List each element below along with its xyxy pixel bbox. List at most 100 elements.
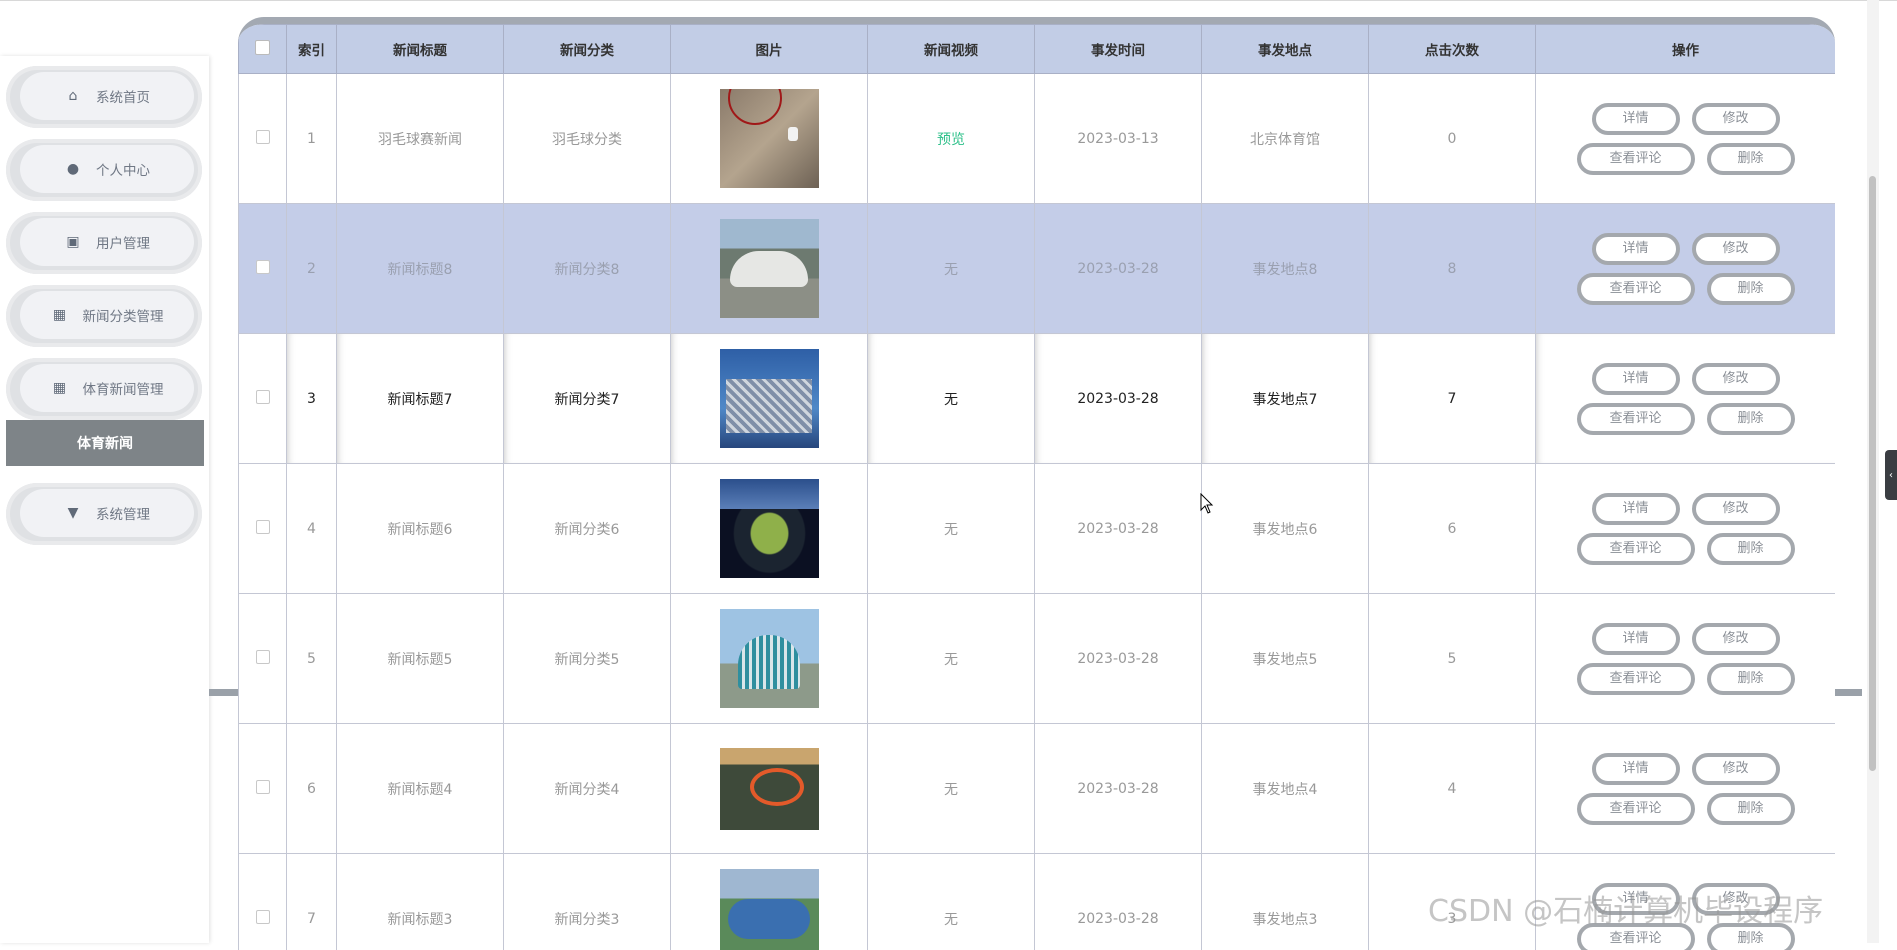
detail-button[interactable]: 详情 xyxy=(1592,363,1680,395)
cell-video: 无 xyxy=(868,724,1035,854)
news-thumbnail[interactable] xyxy=(720,748,819,830)
edit-button[interactable]: 修改 xyxy=(1692,493,1780,525)
chevron-left-icon: ‹ xyxy=(1889,470,1893,481)
cell-index: 6 xyxy=(287,724,337,854)
edit-button[interactable]: 修改 xyxy=(1692,753,1780,785)
cell-clicks: 8 xyxy=(1369,204,1536,334)
edit-button[interactable]: 修改 xyxy=(1692,623,1780,655)
cell-title: 新闻标题8 xyxy=(337,204,504,334)
table-row[interactable]: 3 新闻标题7 新闻分类7 无 2023-03-28 事发地点7 7 详情 修改… xyxy=(239,334,1836,464)
row-checkbox[interactable] xyxy=(256,780,270,794)
watermark: CSDN @石楠计算机毕设程序 xyxy=(1428,886,1823,930)
col-header-clicks: 点击次数 xyxy=(1369,25,1536,74)
delete-button[interactable]: 删除 xyxy=(1707,533,1795,565)
cell-category: 新闻分类8 xyxy=(504,204,671,334)
scrollbar-thumb[interactable] xyxy=(1869,176,1876,771)
select-all-cell[interactable] xyxy=(239,25,287,74)
detail-button[interactable]: 详情 xyxy=(1592,493,1680,525)
cell-video: 无 xyxy=(868,464,1035,594)
sidebar-item-users[interactable]: ▣ 用户管理 xyxy=(6,212,202,274)
view-comments-button[interactable]: 查看评论 xyxy=(1577,143,1695,175)
cell-clicks: 4 xyxy=(1369,724,1536,854)
detail-button[interactable]: 详情 xyxy=(1592,103,1680,135)
delete-button[interactable]: 删除 xyxy=(1707,663,1795,695)
cell-index: 5 xyxy=(287,594,337,724)
detail-button[interactable]: 详情 xyxy=(1592,753,1680,785)
row-checkbox[interactable] xyxy=(256,520,270,534)
sidebar-item-news-category[interactable]: ▦ 新闻分类管理 xyxy=(6,285,202,347)
cell-clicks: 7 xyxy=(1369,334,1536,464)
sidebar-item-label: 用户管理 xyxy=(96,232,150,252)
table-row[interactable]: 4 新闻标题6 新闻分类6 无 2023-03-28 事发地点6 6 详情 修改… xyxy=(239,464,1836,594)
row-checkbox[interactable] xyxy=(256,390,270,404)
cell-category: 新闻分类6 xyxy=(504,464,671,594)
cell-title: 新闻标题4 xyxy=(337,724,504,854)
side-panel-toggle[interactable]: ‹ xyxy=(1885,450,1897,500)
view-comments-button[interactable]: 查看评论 xyxy=(1577,663,1695,695)
cell-category: 新闻分类5 xyxy=(504,594,671,724)
news-thumbnail[interactable] xyxy=(720,89,819,188)
row-checkbox[interactable] xyxy=(256,650,270,664)
view-comments-button[interactable]: 查看评论 xyxy=(1577,533,1695,565)
row-checkbox[interactable] xyxy=(256,910,270,924)
sidebar-item-label: 系统首页 xyxy=(96,86,150,106)
sidebar-item-label: 系统管理 xyxy=(96,503,150,523)
sidebar-item-system[interactable]: ▼ 系统管理 xyxy=(6,483,202,545)
cell-title: 新闻标题6 xyxy=(337,464,504,594)
view-comments-button[interactable]: 查看评论 xyxy=(1577,273,1695,305)
cell-location: 事发地点4 xyxy=(1202,724,1369,854)
cell-clicks: 0 xyxy=(1369,74,1536,204)
submenu-sports-news[interactable]: 体育新闻 xyxy=(6,420,204,466)
col-header-location: 事发地点 xyxy=(1202,25,1369,74)
top-divider xyxy=(0,0,1897,1)
home-icon: ⌂ xyxy=(64,88,82,104)
cell-category: 新闻分类7 xyxy=(504,334,671,464)
cell-clicks: 5 xyxy=(1369,594,1536,724)
view-comments-button[interactable]: 查看评论 xyxy=(1577,403,1695,435)
table-row[interactable]: 6 新闻标题4 新闻分类4 无 2023-03-28 事发地点4 4 详情 修改… xyxy=(239,724,1836,854)
delete-button[interactable]: 删除 xyxy=(1707,403,1795,435)
col-header-index: 索引 xyxy=(287,25,337,74)
table-row[interactable]: 2 新闻标题8 新闻分类8 无 2023-03-28 事发地点8 8 详情 修改… xyxy=(239,204,1836,334)
detail-button[interactable]: 详情 xyxy=(1592,233,1680,265)
edit-button[interactable]: 修改 xyxy=(1692,233,1780,265)
cell-video: 无 xyxy=(868,594,1035,724)
cell-date: 2023-03-28 xyxy=(1035,724,1202,854)
cell-location: 事发地点7 xyxy=(1202,334,1369,464)
sidebar-item-home[interactable]: ⌂ 系统首页 xyxy=(6,66,202,128)
row-checkbox[interactable] xyxy=(256,130,270,144)
sidebar-item-profile[interactable]: ● 个人中心 xyxy=(6,139,202,201)
edit-button[interactable]: 修改 xyxy=(1692,363,1780,395)
sidebar-item-label: 个人中心 xyxy=(96,159,150,179)
sidebar-item-label: 体育新闻管理 xyxy=(83,378,164,398)
user-icon: ● xyxy=(64,161,82,177)
select-all-checkbox[interactable] xyxy=(255,40,270,55)
chart-icon: ▣ xyxy=(64,234,82,250)
sidebar-item-sports-news[interactable]: ▦ 体育新闻管理 xyxy=(6,358,202,420)
cell-video: 无 xyxy=(868,854,1035,950)
cell-index: 7 xyxy=(287,854,337,950)
sidebar-item-label: 新闻分类管理 xyxy=(83,305,164,325)
edit-button[interactable]: 修改 xyxy=(1692,103,1780,135)
news-thumbnail[interactable] xyxy=(720,349,819,448)
news-thumbnail[interactable] xyxy=(720,479,819,578)
settings-icon: ▼ xyxy=(64,505,82,521)
col-header-video: 新闻视频 xyxy=(868,25,1035,74)
delete-button[interactable]: 删除 xyxy=(1707,273,1795,305)
table-row[interactable]: 5 新闻标题5 新闻分类5 无 2023-03-28 事发地点5 5 详情 修改… xyxy=(239,594,1836,724)
cell-title: 新闻标题5 xyxy=(337,594,504,724)
cell-location: 事发地点6 xyxy=(1202,464,1369,594)
video-preview-link[interactable]: 预览 xyxy=(937,132,965,148)
view-comments-button[interactable]: 查看评论 xyxy=(1577,793,1695,825)
delete-button[interactable]: 删除 xyxy=(1707,793,1795,825)
news-thumbnail[interactable] xyxy=(720,609,819,708)
table-row[interactable]: 1 羽毛球赛新闻 羽毛球分类 预览 2023-03-13 北京体育馆 0 详情 … xyxy=(239,74,1836,204)
delete-button[interactable]: 删除 xyxy=(1707,143,1795,175)
news-thumbnail[interactable] xyxy=(720,869,819,950)
cell-date: 2023-03-13 xyxy=(1035,74,1202,204)
cell-index: 4 xyxy=(287,464,337,594)
news-thumbnail[interactable] xyxy=(720,219,819,318)
row-checkbox[interactable] xyxy=(256,260,270,274)
detail-button[interactable]: 详情 xyxy=(1592,623,1680,655)
col-header-image: 图片 xyxy=(671,25,868,74)
